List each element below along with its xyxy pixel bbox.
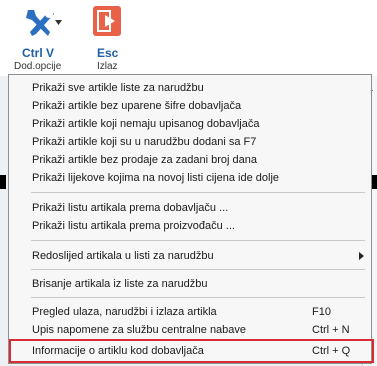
menu-item-label: Prikaži sve artikle liste za narudžbu xyxy=(32,82,204,94)
context-menu: Prikaži sve artikle liste za narudžbu Pr… xyxy=(8,74,374,364)
menu-item-central-note[interactable]: Upis napomene za službu centralne nabave… xyxy=(9,321,371,339)
menu-item-label: Brisanje artikala iz liste za narudžbu xyxy=(32,278,208,290)
menu-item-unmatched-code[interactable]: Prikaži artikle bez uparene šifre dobavl… xyxy=(9,97,371,115)
menu-separator xyxy=(31,297,365,298)
menu-item-label: Pregled ulaza, narudžbi i izlaza artikla xyxy=(32,306,217,318)
ctrl-v-options-button[interactable]: Ctrl V Dod.opcije xyxy=(14,6,66,72)
menu-item-label: Prikaži artikle bez prodaje za zadani br… xyxy=(32,154,258,166)
menu-item-show-all[interactable]: Prikaži sve artikle liste za narudžbu xyxy=(9,79,371,97)
wrench-icon xyxy=(22,6,62,45)
ctrl-v-key-label: Ctrl V xyxy=(22,46,55,60)
esc-exit-button[interactable]: Esc Izlaz xyxy=(88,6,126,72)
menu-item-shortcut: Ctrl + N xyxy=(312,324,350,336)
menu-item-label: Prikaži listu artikala prema dobavljaču … xyxy=(32,202,229,214)
menu-item-price-down[interactable]: Prikaži lijekove kojima na novoj listi c… xyxy=(9,169,371,187)
submenu-arrow-icon xyxy=(359,252,364,260)
menu-separator xyxy=(31,192,365,193)
menu-item-label: Prikaži lijekove kojima na novoj listi c… xyxy=(32,172,280,184)
menu-item-review-inputs[interactable]: Pregled ulaza, narudžbi i izlaza artikla… xyxy=(9,303,371,321)
ctrl-v-caption: Dod.opcije xyxy=(14,61,62,72)
menu-item-no-supplier[interactable]: Prikaži artikle koji nemaju upisanog dob… xyxy=(9,115,371,133)
menu-item-delete-articles[interactable]: Brisanje artikala iz liste za narudžbu xyxy=(9,275,371,293)
menu-item-by-manufacturer[interactable]: Prikaži listu artikala prema proizvođaču… xyxy=(9,217,371,235)
toolbar: Ctrl V Dod.opcije Esc Izlaz xyxy=(0,0,377,76)
menu-item-by-supplier[interactable]: Prikaži listu artikala prema dobavljaču … xyxy=(9,199,371,217)
menu-separator xyxy=(31,240,365,241)
menu-separator xyxy=(31,269,365,270)
menu-item-order-sequence[interactable]: Redoslijed artikala u listi za narudžbu xyxy=(9,247,371,265)
esc-caption: Izlaz xyxy=(97,61,118,72)
menu-item-label: Prikaži artikle bez uparene šifre dobavl… xyxy=(32,100,242,112)
esc-key-label: Esc xyxy=(97,46,119,60)
menu-item-added-f7[interactable]: Prikaži artikle koji su u narudžbu dodan… xyxy=(9,133,371,151)
menu-item-label: Prikaži listu artikala prema proizvođaču… xyxy=(32,220,235,232)
menu-item-shortcut: F10 xyxy=(312,306,331,318)
highlight-box xyxy=(9,339,374,363)
menu-item-label: Redoslijed artikala u listi za narudžbu xyxy=(32,250,214,262)
exit-icon xyxy=(93,6,121,41)
grid-header-left xyxy=(0,175,6,189)
menu-item-label: Upis napomene za službu centralne nabave xyxy=(32,324,247,336)
menu-item-no-sales[interactable]: Prikaži artikle bez prodaje za zadani br… xyxy=(9,151,371,169)
menu-item-label: Prikaži artikle koji su u narudžbu dodan… xyxy=(32,136,257,148)
menu-item-label: Prikaži artikle koji nemaju upisanog dob… xyxy=(32,118,260,130)
